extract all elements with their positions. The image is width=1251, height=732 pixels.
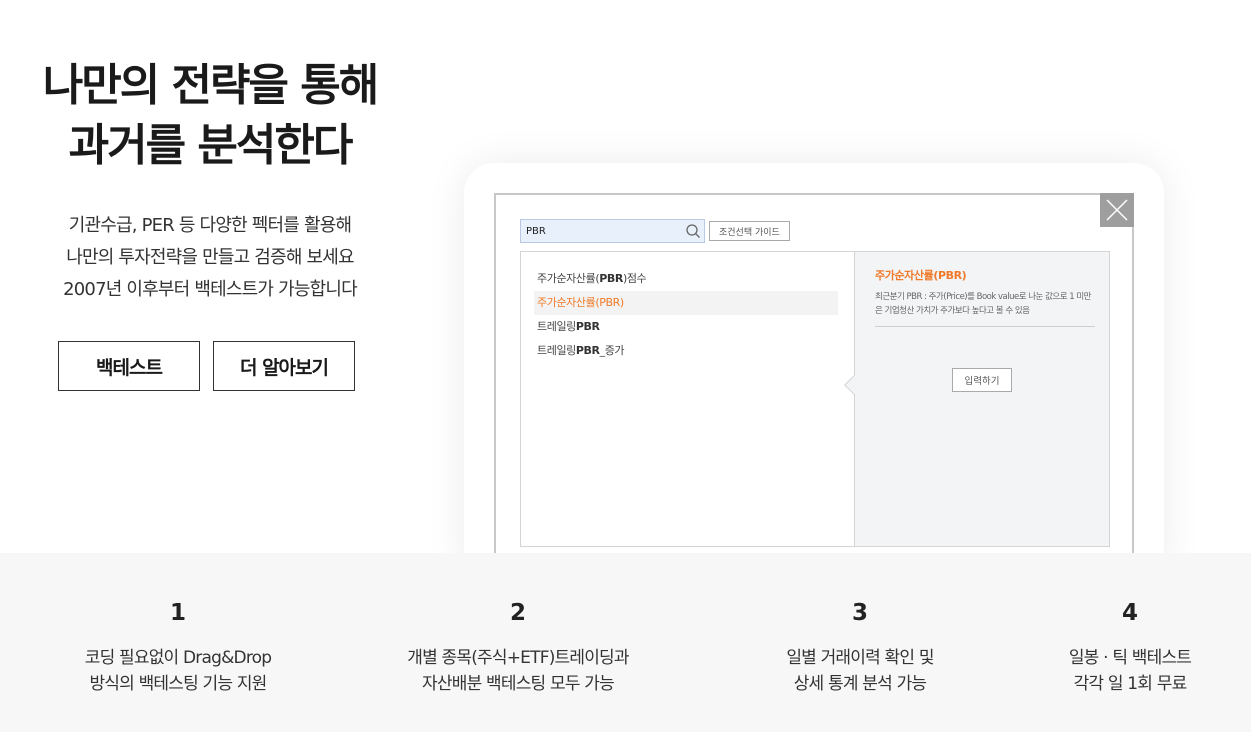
- close-button[interactable]: [1100, 193, 1134, 227]
- close-icon: [1106, 199, 1128, 221]
- feature-line: 코딩 필요없이 Drag&Drop: [84, 648, 272, 668]
- learn-more-button[interactable]: 더 알아보기: [213, 341, 355, 391]
- feature-3: 3 일별 거래이력 확인 및 상세 통계 분석 가능: [760, 599, 960, 697]
- search-input[interactable]: [526, 225, 676, 237]
- input-button[interactable]: 입력하기: [952, 368, 1012, 392]
- hero-title: 나만의 전략을 통해 과거를 분석한다: [20, 56, 400, 176]
- hero-title-line2: 과거를 분석한다: [68, 120, 354, 171]
- feature-line: 자산배분 백테스팅 모두 가능: [422, 674, 615, 694]
- feature-text: 개별 종목(주식+ETF)트레이딩과 자산배분 백테스팅 모두 가능: [383, 645, 653, 697]
- condition-list: 주가순자산률(PBR)점수 주가순자산률(PBR) 트레일링PBR 트레일링PB…: [521, 252, 855, 546]
- hero-desc-line2: 나만의 투자전략을 만들고 검증해 보세요: [66, 247, 354, 268]
- search-row: 조건선택 가이드: [520, 219, 790, 243]
- list-item-trailing-pbr[interactable]: 트레일링PBR: [534, 315, 838, 339]
- hero-title-line1: 나만의 전략을 통해: [42, 60, 379, 111]
- feature-4: 4 일봉 · 틱 백테스트 각각 일 1회 무료: [1040, 599, 1220, 697]
- search-box: [520, 219, 705, 243]
- feature-number: 1: [169, 600, 186, 626]
- feature-line: 일봉 · 틱 백테스트: [1068, 648, 1192, 668]
- hero-description: 기관수급, PER 등 다양한 펙터를 활용해 나만의 투자전략을 만들고 검증…: [20, 210, 400, 306]
- feature-line: 상세 통계 분석 가능: [793, 674, 927, 694]
- detail-description: 최근분기 PBR : 주가(Price)를 Book value로 나눈 값으로…: [875, 290, 1095, 327]
- feature-line: 방식의 백테스팅 기능 지원: [89, 674, 267, 694]
- condition-list-area: 주가순자산률(PBR)점수 주가순자산률(PBR) 트레일링PBR 트레일링PB…: [520, 251, 1110, 547]
- detail-title: 주가순자산률(PBR): [875, 269, 967, 282]
- feature-number: 3: [851, 600, 868, 626]
- list-item-pbr-score[interactable]: 주가순자산률(PBR)점수: [534, 267, 838, 291]
- hero-section: 나만의 전략을 통해 과거를 분석한다 기관수급, PER 등 다양한 펙터를 …: [0, 0, 1251, 583]
- feature-number: 4: [1121, 600, 1138, 626]
- hero-desc-line1: 기관수급, PER 등 다양한 펙터를 활용해: [68, 215, 352, 236]
- feature-line: 개별 종목(주식+ETF)트레이딩과: [407, 648, 629, 668]
- condition-detail: 주가순자산률(PBR) 최근분기 PBR : 주가(Price)를 Book v…: [844, 252, 1109, 546]
- feature-2: 2 개별 종목(주식+ETF)트레이딩과 자산배분 백테스팅 모두 가능: [383, 599, 653, 697]
- list-item-trailing-pbr-increase[interactable]: 트레일링PBR_증가: [534, 339, 838, 363]
- features-section: 1 코딩 필요없이 Drag&Drop 방식의 백테스팅 기능 지원 2 개별 …: [0, 553, 1251, 732]
- feature-1: 1 코딩 필요없이 Drag&Drop 방식의 백테스팅 기능 지원: [58, 599, 298, 697]
- feature-text: 코딩 필요없이 Drag&Drop 방식의 백테스팅 기능 지원: [58, 645, 298, 697]
- list-item-pbr[interactable]: 주가순자산률(PBR): [534, 291, 838, 315]
- feature-line: 일별 거래이력 확인 및: [786, 648, 934, 668]
- feature-number: 2: [509, 600, 526, 626]
- feature-text: 일봉 · 틱 백테스트 각각 일 1회 무료: [1040, 645, 1220, 697]
- condition-guide-button[interactable]: 조건선택 가이드: [709, 221, 790, 241]
- condition-select-panel: 조건선택 가이드 주가순자산률(PBR)점수 주가순자산률(PBR) 트레일링P…: [494, 193, 1134, 573]
- hero-desc-line3: 2007년 이후부터 백테스트가 가능합니다: [63, 279, 358, 300]
- hero-buttons: 백테스트 더 알아보기: [58, 341, 355, 391]
- search-icon[interactable]: [685, 223, 701, 239]
- hero-text-block: 나만의 전략을 통해 과거를 분석한다 기관수급, PER 등 다양한 펙터를 …: [20, 56, 400, 306]
- feature-line: 각각 일 1회 무료: [1073, 674, 1188, 694]
- feature-text: 일별 거래이력 확인 및 상세 통계 분석 가능: [760, 645, 960, 697]
- backtest-button[interactable]: 백테스트: [58, 341, 200, 391]
